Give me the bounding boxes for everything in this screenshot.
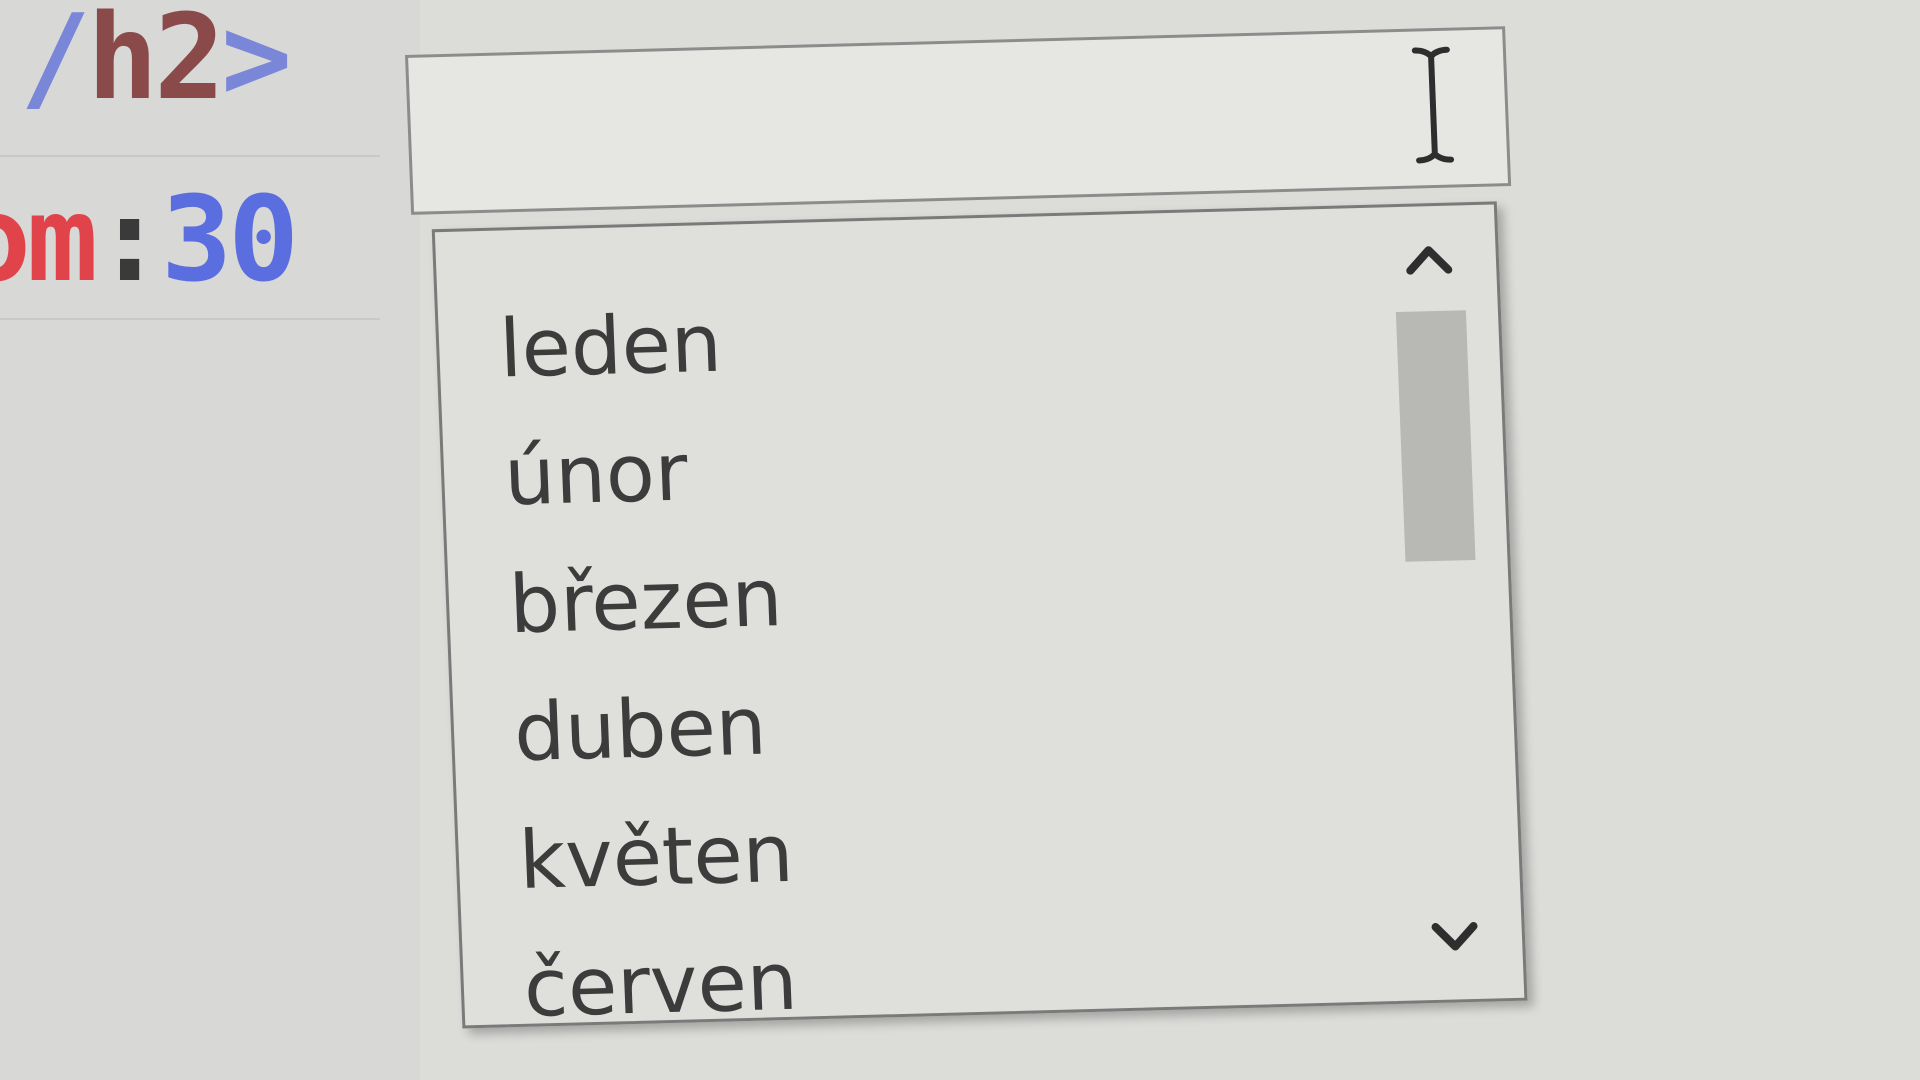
code-line-divider (0, 318, 380, 320)
code-line-divider (0, 155, 380, 157)
list-item-kveten[interactable]: květen (517, 774, 1411, 925)
code-line-css-property: om:30 (0, 170, 299, 308)
code-property-value: 30 (161, 170, 299, 308)
list-item-leden[interactable]: leden (497, 262, 1391, 413)
list-item-duben[interactable]: duben (512, 646, 1406, 797)
code-slash: / (20, 0, 91, 126)
chevron-up-icon (1403, 242, 1454, 281)
month-combobox[interactable]: leden únor březen duben květen červen (405, 26, 1553, 1039)
dropdown-list[interactable]: leden únor březen duben květen červen (431, 201, 1528, 1029)
text-cursor-icon (1411, 46, 1456, 165)
chevron-down-icon (1429, 920, 1480, 959)
code-line-closing-tag: /h2> (20, 0, 292, 126)
code-colon: : (94, 170, 165, 308)
list-item-unor[interactable]: únor (502, 390, 1396, 541)
code-tag-name: h2 (87, 0, 225, 126)
combobox-input[interactable] (405, 26, 1512, 215)
scroll-thumb[interactable] (1395, 310, 1476, 562)
list-item-brezen[interactable]: březen (507, 518, 1401, 669)
scroll-down-button[interactable] (1411, 908, 1498, 970)
scroll-up-button[interactable] (1385, 230, 1472, 292)
code-property-name: om (0, 170, 98, 308)
code-tag-bracket: > (221, 0, 292, 126)
dropdown-items: leden únor březen duben květen červen (497, 262, 1414, 1024)
code-editor-background: /h2> om:30 (0, 0, 420, 1080)
